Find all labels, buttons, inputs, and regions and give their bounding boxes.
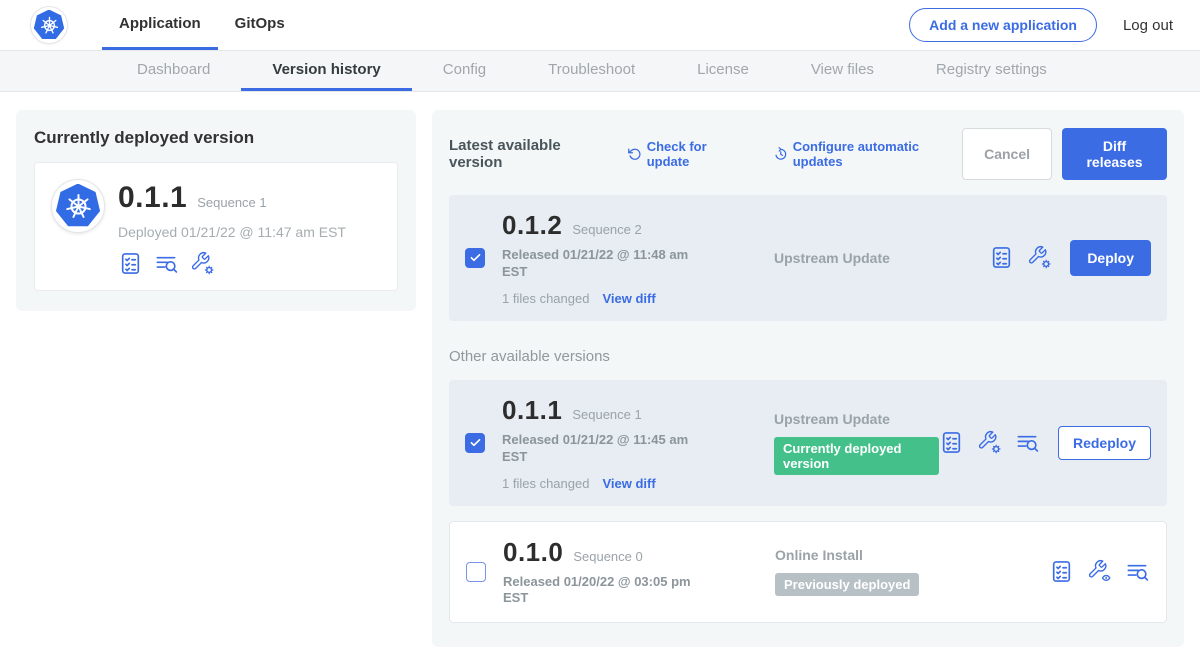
ship-wheel-icon <box>38 14 61 37</box>
previously-deployed-badge: Previously deployed <box>775 573 919 596</box>
sequence-label: Sequence 2 <box>572 222 641 237</box>
tab-registry-settings-label: Registry settings <box>936 61 1047 78</box>
tab-config-label: Config <box>443 61 486 78</box>
version-row-0-1-2: 0.1.2 Sequence 2 Released 01/21/22 @ 11:… <box>449 195 1167 321</box>
ship-wheel-icon <box>62 190 95 223</box>
version-row-0-1-1: 0.1.1 Sequence 1 Released 01/21/22 @ 11:… <box>449 380 1167 506</box>
redeploy-button[interactable]: Redeploy <box>1058 426 1151 460</box>
view-logs-icon[interactable] <box>1125 559 1150 584</box>
released-timestamp: Released 01/21/22 @ 11:48 am EST <box>502 247 698 281</box>
logout-button[interactable]: Log out <box>1123 17 1173 34</box>
view-config-icon[interactable] <box>1087 559 1112 584</box>
version-row-0-1-0: 0.1.0 Sequence 0 Released 01/20/22 @ 03:… <box>449 521 1167 624</box>
edit-config-icon[interactable] <box>977 430 1002 455</box>
files-changed-label: 1 files changed <box>502 291 589 306</box>
available-versions-panel: Latest available version Check for updat… <box>432 110 1184 647</box>
version-source-label: Online Install <box>775 547 1049 563</box>
tab-view-files-label: View files <box>811 61 874 78</box>
tab-application[interactable]: Application <box>102 0 218 50</box>
tab-registry-settings[interactable]: Registry settings <box>905 51 1078 91</box>
released-timestamp: Released 01/21/22 @ 11:45 am EST <box>502 432 698 466</box>
panel-title: Latest available version <box>449 137 609 171</box>
version-source-label: Upstream Update <box>774 250 989 266</box>
version-checkbox[interactable] <box>465 248 485 268</box>
sequence-label: Sequence 1 <box>572 407 641 422</box>
edit-config-icon[interactable] <box>190 251 215 276</box>
diff-releases-button[interactable]: Diff releases <box>1062 128 1167 180</box>
tab-dashboard[interactable]: Dashboard <box>106 51 241 91</box>
view-diff-link[interactable]: View diff <box>602 476 655 491</box>
tab-gitops-label: GitOps <box>235 15 285 32</box>
currently-deployed-card: Currently deployed version 0.1.1 Sequenc… <box>16 110 416 311</box>
configure-updates-label: Configure automatic updates <box>793 139 962 169</box>
deployed-card-title: Currently deployed version <box>34 128 398 148</box>
deployed-sequence-label: Sequence 1 <box>197 195 266 210</box>
auto-update-clock-icon <box>773 146 788 162</box>
view-logs-icon[interactable] <box>154 251 179 276</box>
tab-gitops[interactable]: GitOps <box>218 0 302 50</box>
app-logo <box>51 179 105 233</box>
tab-troubleshoot[interactable]: Troubleshoot <box>517 51 666 91</box>
tab-config[interactable]: Config <box>412 51 517 91</box>
released-timestamp: Released 01/20/22 @ 03:05 pm EST <box>503 574 699 608</box>
version-checkbox[interactable] <box>466 562 486 582</box>
check-for-update-link[interactable]: Check for update <box>627 139 747 169</box>
edit-config-icon[interactable] <box>1027 245 1052 270</box>
top-nav-tabs: Application GitOps <box>102 0 302 50</box>
version-checkbox[interactable] <box>465 433 485 453</box>
tab-view-files[interactable]: View files <box>780 51 905 91</box>
version-number: 0.1.1 <box>502 395 562 426</box>
view-logs-icon[interactable] <box>1015 430 1040 455</box>
tab-application-label: Application <box>119 15 201 32</box>
version-number: 0.1.2 <box>502 210 562 241</box>
files-changed-label: 1 files changed <box>502 476 589 491</box>
tab-troubleshoot-label: Troubleshoot <box>548 61 635 78</box>
tab-version-history[interactable]: Version history <box>241 51 411 91</box>
tab-dashboard-label: Dashboard <box>137 61 210 78</box>
version-source-label: Upstream Update <box>774 411 939 427</box>
app-sub-nav: Dashboard Version history Config Trouble… <box>0 50 1200 92</box>
deployed-version-card: 0.1.1 Sequence 1 Deployed 01/21/22 @ 11:… <box>34 162 398 291</box>
sequence-label: Sequence 0 <box>573 549 642 564</box>
add-new-application-button[interactable]: Add a new application <box>909 8 1097 42</box>
tab-license-label: License <box>697 61 749 78</box>
other-available-versions-title: Other available versions <box>449 348 1167 365</box>
deployed-timestamp: Deployed 01/21/22 @ 11:47 am EST <box>118 224 346 240</box>
checkmark-icon <box>469 436 482 449</box>
deployed-version-number: 0.1.1 <box>118 181 187 215</box>
release-notes-icon[interactable] <box>1049 559 1074 584</box>
check-for-update-label: Check for update <box>647 139 747 169</box>
tab-version-history-label: Version history <box>272 61 380 78</box>
top-nav: Application GitOps Add a new application… <box>0 0 1200 50</box>
kubernetes-logo <box>30 6 68 44</box>
release-notes-icon[interactable] <box>118 251 143 276</box>
configure-automatic-updates-link[interactable]: Configure automatic updates <box>773 139 962 169</box>
tab-license[interactable]: License <box>666 51 780 91</box>
view-diff-link[interactable]: View diff <box>602 291 655 306</box>
release-notes-icon[interactable] <box>939 430 964 455</box>
currently-deployed-badge: Currently deployed version <box>774 437 939 475</box>
refresh-icon <box>627 146 642 162</box>
version-number: 0.1.0 <box>503 537 563 568</box>
deploy-button[interactable]: Deploy <box>1070 240 1151 276</box>
checkmark-icon <box>469 251 482 264</box>
release-notes-icon[interactable] <box>989 245 1014 270</box>
cancel-button[interactable]: Cancel <box>962 128 1052 180</box>
